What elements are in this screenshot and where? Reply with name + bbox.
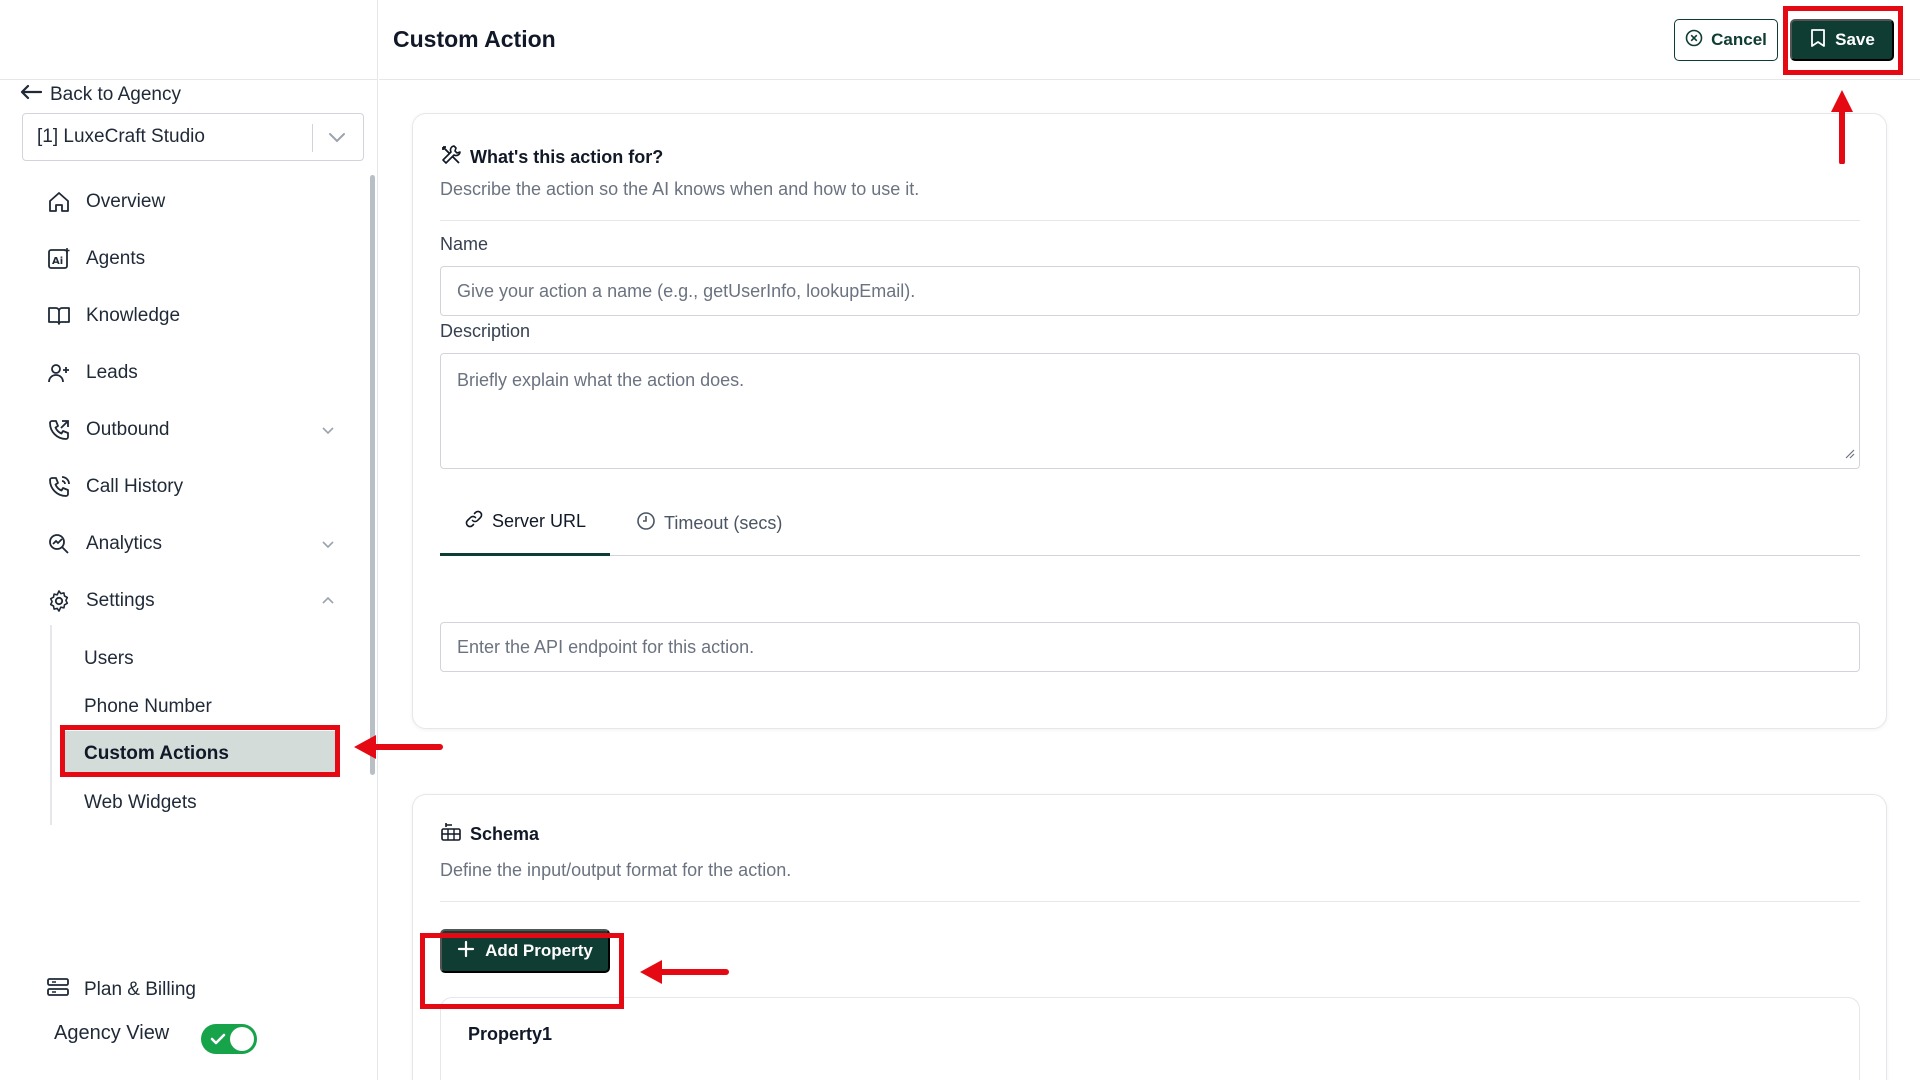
sidebar-item-call-history[interactable]: Call History xyxy=(46,467,346,507)
book-icon xyxy=(46,303,72,329)
sidebar-scrollbar[interactable] xyxy=(370,175,375,775)
cancel-button[interactable]: Cancel xyxy=(1674,19,1778,61)
sidebar-item-label: Overview xyxy=(86,191,166,212)
tab-timeout-label: Timeout (secs) xyxy=(664,512,783,533)
custom-actions-highlight-box xyxy=(60,725,340,777)
action-section-title-text: What's this action for? xyxy=(470,147,664,167)
save-highlight-box xyxy=(1783,6,1903,75)
sidebar-subitem-users[interactable]: Users xyxy=(84,641,134,677)
arrow-up-annotation xyxy=(1831,90,1853,164)
page-title: Custom Action xyxy=(393,26,556,52)
sidebar-item-outbound[interactable]: Outbound xyxy=(46,410,346,450)
main-content: What's this action for? Describe the act… xyxy=(379,81,1920,1080)
action-section-description: Describe the action so the AI knows when… xyxy=(440,179,920,199)
chevron-down-icon xyxy=(320,536,336,558)
tools-icon xyxy=(440,144,462,171)
action-description-textarea[interactable]: Briefly explain what the action does. xyxy=(440,353,1860,469)
tab-server-url[interactable]: Server URL xyxy=(440,490,610,556)
billing-icon xyxy=(46,976,70,1004)
gear-icon xyxy=(46,588,72,614)
tab-timeout[interactable]: Timeout (secs) xyxy=(636,490,782,556)
agency-view-toggle[interactable] xyxy=(201,1024,257,1054)
sidebar-item-leads[interactable]: Leads xyxy=(46,353,346,393)
arrow-left-icon xyxy=(20,84,43,106)
home-icon xyxy=(46,189,72,215)
schema-icon xyxy=(440,821,462,848)
analytics-icon xyxy=(46,531,72,557)
phone-outgoing-icon xyxy=(46,417,72,443)
action-section-title: What's this action for? xyxy=(440,144,663,171)
schema-section-title-text: Schema xyxy=(470,824,540,844)
action-description-placeholder: Briefly explain what the action does. xyxy=(457,370,745,390)
action-name-input[interactable]: Give your action a name (e.g., getUserIn… xyxy=(440,266,1860,316)
sidebar-item-label: Settings xyxy=(86,590,155,611)
organization-select-value: [1] LuxeCraft Studio xyxy=(37,126,205,147)
chevron-down-icon xyxy=(320,422,336,444)
server-url-input[interactable]: Enter the API endpoint for this action. xyxy=(440,622,1860,672)
back-to-agency-label: Back to Agency xyxy=(50,84,181,105)
chevron-up-icon xyxy=(320,593,336,615)
plan-billing-label: Plan & Billing xyxy=(84,979,196,1000)
endpoint-tabs: Server URL Timeout (secs) xyxy=(440,490,1860,556)
arrow-left-annotation xyxy=(640,960,729,984)
sidebar: Back to Agency [1] LuxeCraft Studio Over… xyxy=(0,0,378,1080)
chevron-down-icon xyxy=(325,125,349,155)
link-icon xyxy=(464,509,484,534)
close-circle-icon xyxy=(1685,29,1703,52)
section-divider xyxy=(440,220,1860,221)
clock-icon xyxy=(636,511,656,536)
arrow-left-annotation xyxy=(354,735,443,759)
sidebar-subitem-phone-number[interactable]: Phone Number xyxy=(84,689,212,725)
sidebar-item-label: Agents xyxy=(86,248,146,269)
back-to-agency-link[interactable]: Back to Agency xyxy=(20,84,181,106)
settings-submenu-line xyxy=(50,625,52,825)
cancel-label: Cancel xyxy=(1711,30,1767,49)
select-separator xyxy=(312,124,313,152)
property-name: Property1 xyxy=(468,1024,553,1044)
toggle-knob xyxy=(230,1027,254,1051)
tab-server-url-label: Server URL xyxy=(491,511,587,531)
add-property-highlight-box xyxy=(420,933,624,1009)
schema-section-title: Schema xyxy=(440,821,539,848)
schema-section-description: Define the input/output format for the a… xyxy=(440,860,792,880)
sidebar-item-label: Analytics xyxy=(86,533,163,554)
sidebar-item-agents[interactable]: Ai Agents xyxy=(46,239,346,279)
ai-agent-icon: Ai xyxy=(46,246,72,272)
name-label: Name xyxy=(440,234,489,254)
sidebar-item-label: Call History xyxy=(86,476,184,497)
sidebar-subitem-web-widgets[interactable]: Web Widgets xyxy=(84,785,197,821)
sidebar-item-label: Outbound xyxy=(86,419,170,440)
agency-view-label: Agency View xyxy=(54,1022,170,1044)
server-url-placeholder: Enter the API endpoint for this action. xyxy=(457,636,755,657)
property-card: Property1 xyxy=(440,997,1860,1080)
phone-call-icon xyxy=(46,474,72,500)
action-details-card: What's this action for? Describe the act… xyxy=(412,113,1887,729)
resize-grip-icon[interactable] xyxy=(1843,443,1855,464)
description-label: Description xyxy=(440,321,531,341)
sidebar-item-analytics[interactable]: Analytics xyxy=(46,524,346,564)
sidebar-item-label: Leads xyxy=(86,362,138,383)
user-plus-icon xyxy=(46,360,72,386)
schema-card: Schema Define the input/output format fo… xyxy=(412,794,1887,1080)
section-divider xyxy=(440,901,1860,902)
check-icon xyxy=(209,1030,227,1053)
sidebar-item-label: Knowledge xyxy=(86,305,181,326)
organization-select[interactable]: [1] LuxeCraft Studio xyxy=(22,113,364,161)
sidebar-item-overview[interactable]: Overview xyxy=(46,182,346,222)
sidebar-divider xyxy=(0,79,378,80)
action-name-placeholder: Give your action a name (e.g., getUserIn… xyxy=(457,280,916,301)
sidebar-item-plan-billing[interactable]: Plan & Billing xyxy=(46,976,196,1004)
svg-text:Ai: Ai xyxy=(52,256,63,267)
page-header: Custom Action Cancel Save xyxy=(379,0,1920,80)
sidebar-item-settings[interactable]: Settings xyxy=(46,581,346,621)
sidebar-item-knowledge[interactable]: Knowledge xyxy=(46,296,346,336)
